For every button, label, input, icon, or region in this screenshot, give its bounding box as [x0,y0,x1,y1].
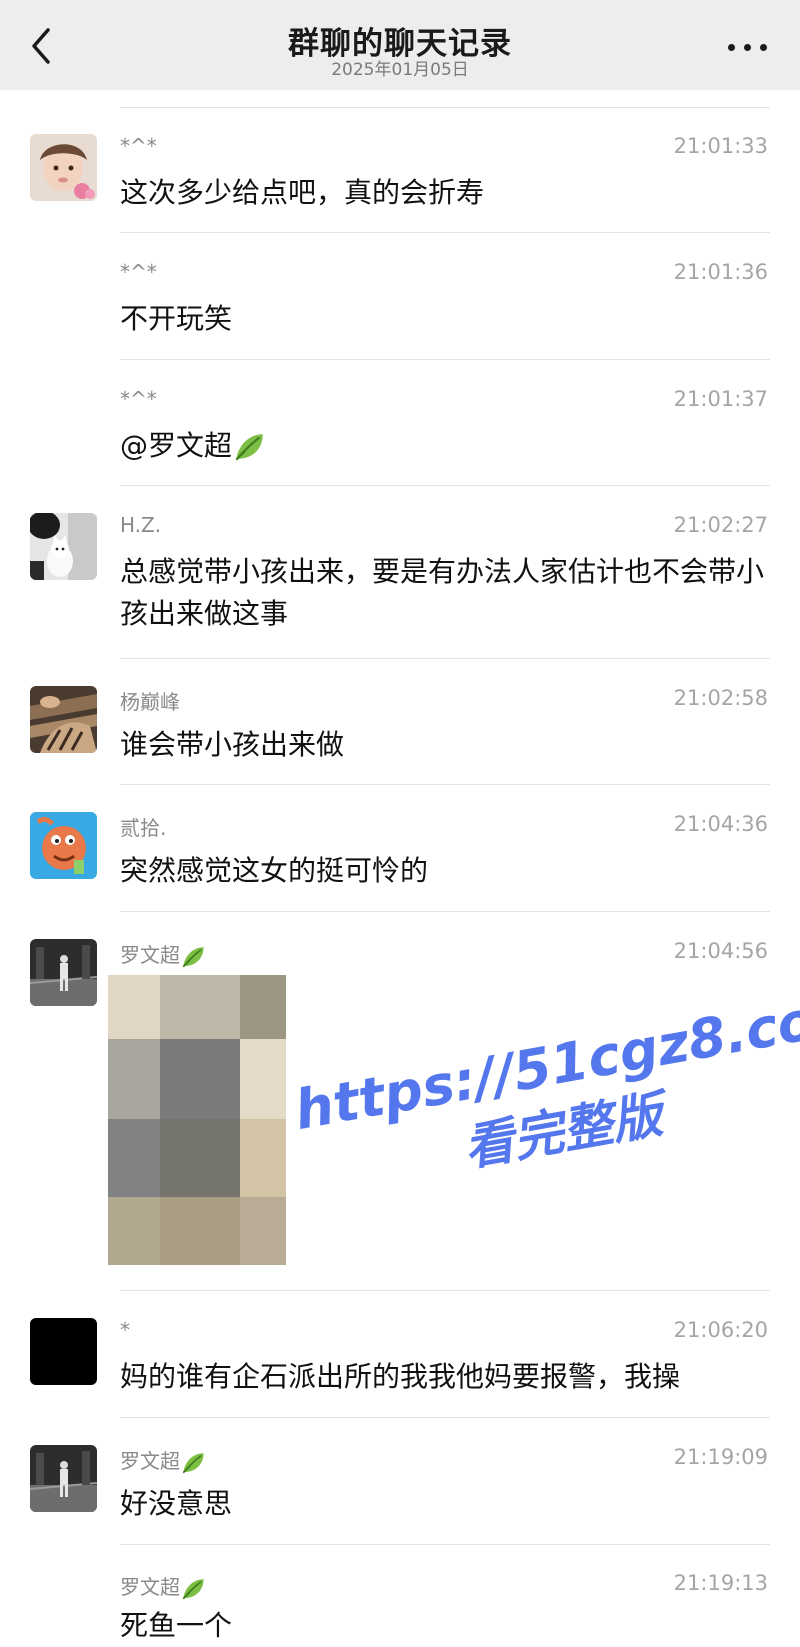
message-text: 谁会带小孩出来做 [120,728,345,761]
sender-name: 杨巅峰 [120,690,180,714]
message-time: 21:04:36 [673,812,768,836]
more-options-icon[interactable] [726,34,770,58]
divider [120,784,770,785]
sender-name-row: 罗文超 [120,939,206,970]
avatar[interactable] [30,939,97,1006]
message-time: 21:01:33 [673,134,768,158]
pixelated-image[interactable] [108,975,286,1265]
message-time: 21:02:58 [673,686,768,710]
avatar[interactable] [30,686,97,753]
sender-name: * [120,1318,130,1342]
sender-name: 罗文超 [120,943,180,967]
avatar[interactable] [30,513,97,580]
message-time: 21:19:09 [673,1445,768,1469]
leaf-emoji-icon [180,1450,206,1476]
avatar[interactable] [30,1318,97,1385]
leaf-emoji-icon [232,430,266,464]
message-time: 21:01:37 [673,387,768,411]
sender-name: H.Z. [120,513,162,537]
sender-name: *^* [120,260,157,284]
message-text: 好没意思 [120,1487,233,1520]
sender-name: *^* [120,387,157,411]
sender-name-row: 罗文超 [120,1445,206,1476]
divider [120,485,770,486]
sender-name: 罗文超 [120,1575,180,1599]
divider [120,359,770,360]
divider [120,1544,770,1545]
message-time: 21:06:20 [673,1318,768,1342]
top-bar: 群聊的聊天记录 2025年01月05日 [0,0,800,90]
message-time: 21:04:56 [673,939,768,963]
chat-date: 2025年01月05日 [331,60,469,80]
divider [120,658,770,659]
message-time: 21:19:13 [673,1571,768,1595]
sender-name: 罗文超 [120,1449,180,1473]
sender-name: 贰拾. [120,816,167,840]
message-text: 不开玩笑 [120,302,233,335]
message-text: 突然感觉这女的挺可怜的 [120,854,429,887]
divider [120,1417,770,1418]
divider [120,911,770,912]
leaf-emoji-icon [180,1576,206,1602]
message-text-container: @罗文超 [120,425,770,467]
sender-name: *^* [120,134,157,158]
message-text: @罗文超 [120,429,233,462]
avatar[interactable] [30,1445,97,1512]
sender-name-row: 罗文超 [120,1571,206,1602]
avatar[interactable] [30,134,97,201]
avatar[interactable] [30,812,97,879]
divider [120,107,770,108]
message-time: 21:01:36 [673,260,768,284]
divider [120,232,770,233]
watermark: https://51cgz8.com 看完整版 [290,979,800,1206]
message-time: 21:02:27 [673,513,768,537]
leaf-emoji-icon [180,944,206,970]
message-text: 妈的谁有企石派出所的我我他妈要报警，我操 [120,1360,681,1393]
message-text: 总感觉带小孩出来，要是有办法人家估计也不会带小孩出来做这事 [120,555,765,630]
message-text: 死鱼一个 [120,1609,233,1642]
message-text: 这次多少给点吧，真的会折寿 [120,176,485,209]
divider [120,1290,770,1291]
